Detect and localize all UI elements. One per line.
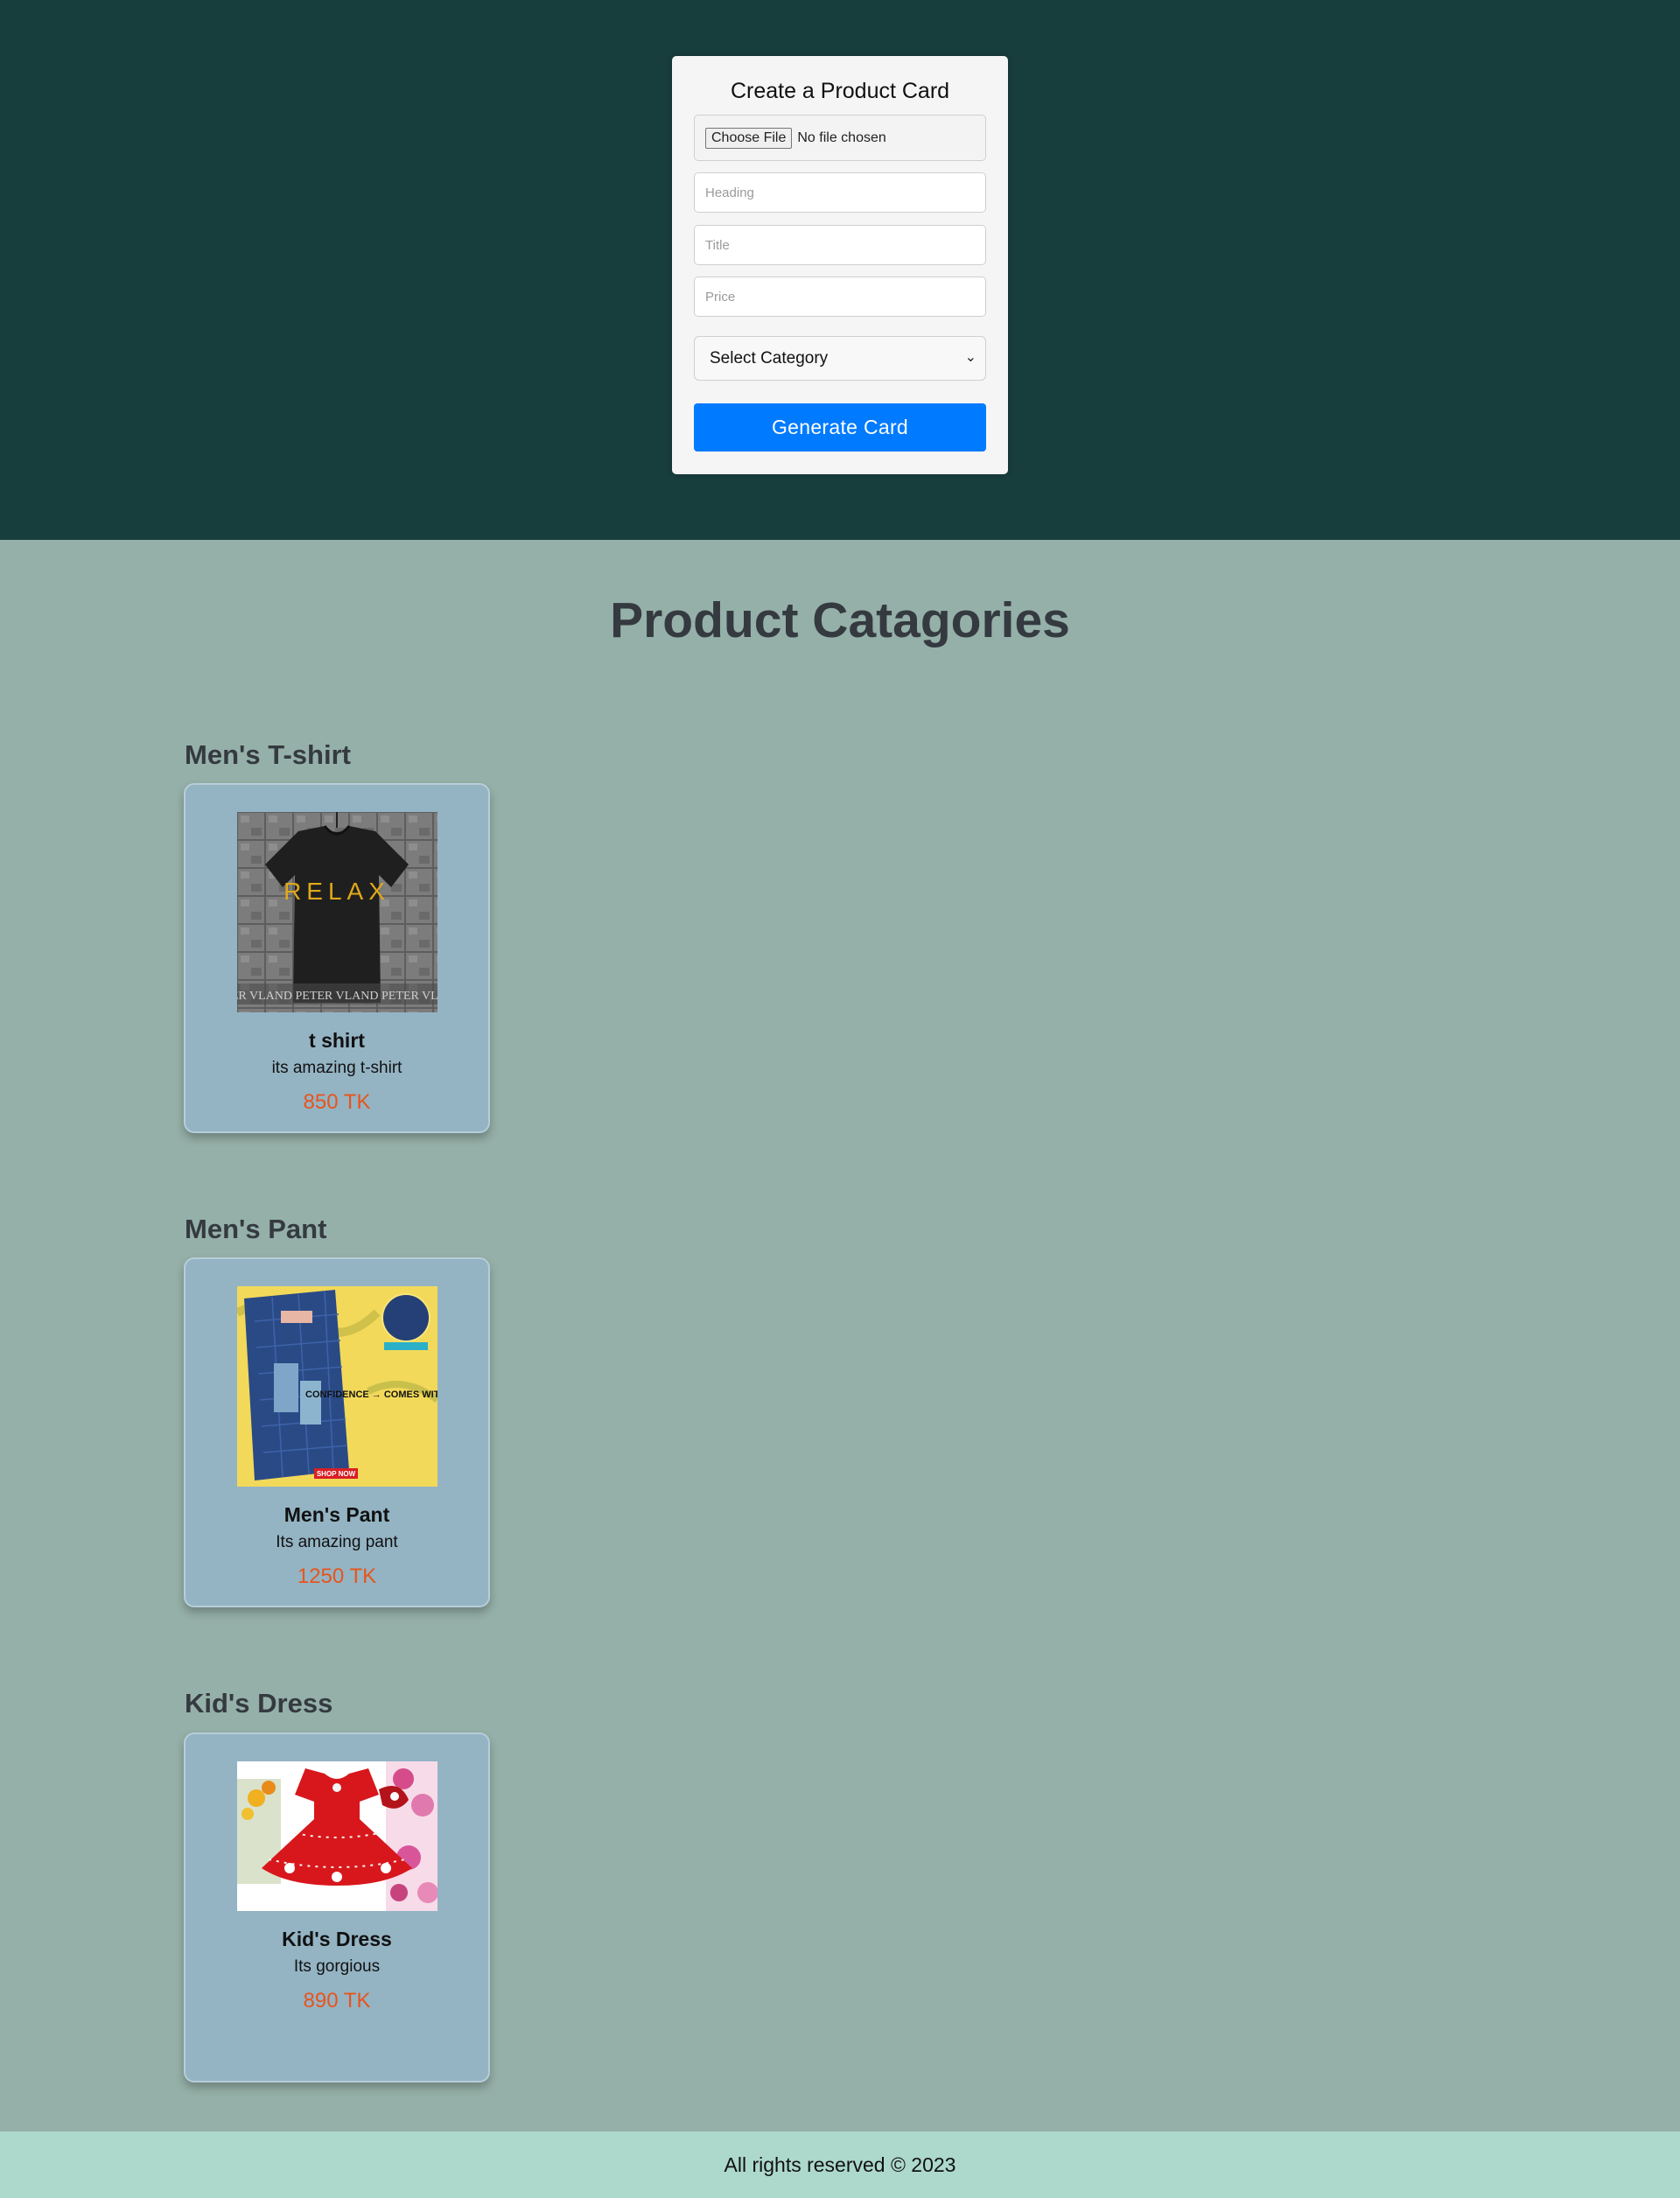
section-title-mens-tshirt: Men's T-shirt — [185, 739, 351, 770]
heading-placeholder: Heading — [705, 185, 754, 200]
product-card-kids-dress[interactable]: Kid's Dress Its gorgious 890 TK — [184, 1732, 490, 2082]
product-price: 890 TK — [303, 1989, 371, 2012]
form-title: Create a Product Card — [730, 79, 950, 103]
product-title: Its amazing pant — [276, 1533, 398, 1551]
section-title-kids-dress: Kid's Dress — [185, 1688, 333, 1718]
title-input[interactable]: Title — [694, 225, 986, 265]
form-section: Create a Product Card Choose File No fil… — [0, 0, 1680, 540]
category-select-value: Select Category — [710, 348, 829, 368]
section-title-mens-pant: Men's Pant — [185, 1214, 327, 1244]
price-input[interactable]: Price — [694, 276, 986, 317]
pant-image-text: CONFIDENCE → COMES WITH COMFORT — [305, 1390, 438, 1400]
product-form-card: Create a Product Card Choose File No fil… — [672, 56, 1008, 474]
footer: All rights reserved © 2023 — [0, 2132, 1680, 2198]
product-image-kids-dress — [237, 1761, 438, 1911]
product-card-pant[interactable]: CONFIDENCE → COMES WITH COMFORT SHOP NOW… — [184, 1257, 490, 1607]
file-status-text: No file chosen — [797, 130, 886, 145]
tshirt-watermark-text: PETER VLAND PETER VLAND PETER VLAND — [237, 990, 438, 1003]
footer-text: All rights reserved © 2023 — [724, 2152, 956, 2176]
page-title: Product Catagories — [610, 592, 1070, 648]
product-price: 1250 TK — [297, 1564, 377, 1588]
product-image-tshirt: RELAX PETER VLAND PETER VLAND PETER VLAN… — [237, 812, 438, 1012]
product-image-pant: CONFIDENCE → COMES WITH COMFORT SHOP NOW — [237, 1286, 438, 1487]
category-select[interactable]: Select Category ⌄ — [694, 336, 986, 381]
title-placeholder: Title — [705, 237, 730, 253]
file-input[interactable]: Choose File No file chosen — [694, 115, 986, 161]
product-title: its amazing t-shirt — [271, 1059, 402, 1077]
product-heading: t shirt — [309, 1029, 365, 1052]
product-card-tshirt[interactable]: RELAX PETER VLAND PETER VLAND PETER VLAN… — [184, 783, 490, 1133]
choose-file-button[interactable]: Choose File — [705, 127, 793, 149]
generate-card-button[interactable]: Generate Card — [694, 403, 986, 452]
chevron-down-icon: ⌄ — [964, 350, 976, 365]
product-title: Its gorgious — [293, 1957, 381, 1976]
price-placeholder: Price — [705, 289, 736, 304]
product-heading: Men's Pant — [284, 1503, 390, 1526]
tshirt-print-text: RELAX — [284, 878, 390, 905]
product-heading: Kid's Dress — [282, 1928, 392, 1950]
pant-shop-now-badge: SHOP NOW — [317, 1470, 356, 1478]
product-price: 850 TK — [303, 1090, 371, 1114]
heading-input[interactable]: Heading — [694, 172, 986, 213]
